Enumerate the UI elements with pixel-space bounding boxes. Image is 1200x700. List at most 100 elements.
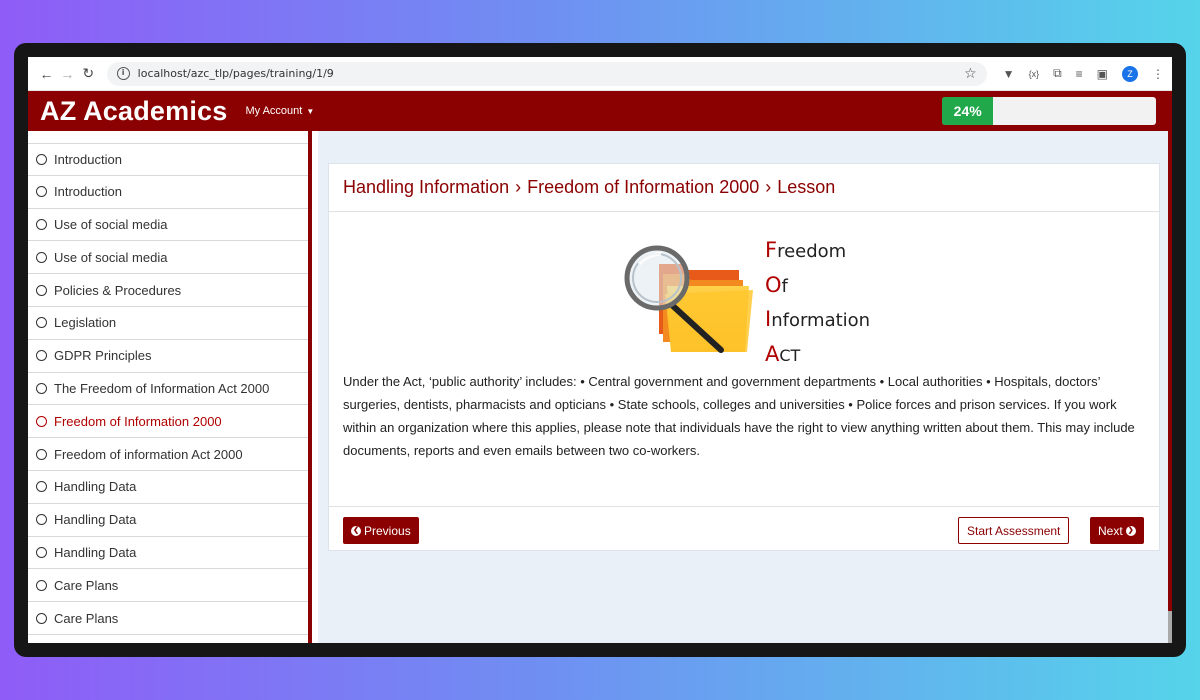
- sidebar-item[interactable]: Handling Data: [28, 537, 308, 570]
- sidebar-item-label: Use of social media: [54, 249, 168, 265]
- sidebar-item-label: GDPR Principles: [54, 348, 152, 364]
- circle-icon: [36, 317, 47, 329]
- circle-icon: [36, 514, 47, 526]
- browser-menu-icon[interactable]: ⋮: [1152, 67, 1164, 81]
- breadcrumb-separator: ›: [515, 177, 522, 197]
- sidebar-item[interactable]: Care Plans: [28, 569, 308, 603]
- reload-icon[interactable]: ↻: [78, 65, 99, 82]
- breadcrumb-item: Lesson: [777, 177, 836, 197]
- start-assessment-button[interactable]: Start Assessment: [958, 517, 1070, 544]
- circle-icon: [36, 382, 47, 394]
- chevron-left-icon: ❮: [351, 525, 361, 536]
- sidebar-item[interactable]: Policies & Procedures: [28, 274, 308, 307]
- sidebar-item[interactable]: GDPR Principles: [28, 340, 308, 373]
- sidebar-item-label: The Freedom of Information Act 2000: [54, 380, 270, 396]
- foi-title-initial: F: [765, 238, 778, 262]
- breadcrumb-item: Handling Information: [343, 177, 510, 197]
- next-button[interactable]: Next ❯: [1090, 517, 1144, 544]
- main-content: Handling Information › Freedom of Inform…: [318, 131, 1172, 643]
- circle-icon: [36, 251, 47, 263]
- progress-fill: 24%: [942, 97, 994, 125]
- reading-list-icon[interactable]: ≡: [1076, 67, 1083, 81]
- next-label: Next: [1098, 523, 1123, 538]
- circle-icon: [36, 612, 47, 624]
- lesson-nav: ❮ Previous Start Assessment Next ❯: [329, 506, 1159, 552]
- circle-icon: [36, 546, 47, 558]
- sidebar-item-label: Handling Data: [54, 544, 137, 560]
- sidebar-item[interactable]: Handling Data: [28, 504, 308, 537]
- browser-toolbar: ← → ↻ i localhost/azc_tlp/pages/training…: [28, 57, 1172, 91]
- previous-button[interactable]: ❮ Previous: [343, 517, 419, 544]
- lesson-card: Handling Information › Freedom of Inform…: [328, 163, 1160, 551]
- foi-title-initial: O: [765, 272, 782, 297]
- sidebar-item[interactable]: Introduction: [28, 143, 308, 176]
- sidebar-item[interactable]: Care Plans: [28, 602, 308, 635]
- sidebar-item-label: Care Plans: [54, 577, 119, 593]
- sidebar-item-label: Handling Data: [54, 479, 137, 495]
- scrollbar-track[interactable]: [1168, 131, 1172, 611]
- foi-title-line: Freedom: [765, 234, 870, 269]
- profile-avatar[interactable]: Z: [1122, 65, 1139, 82]
- sidebar-item[interactable]: Use of social media: [28, 209, 308, 242]
- app-header: AZ Academics My Account ▼ 24%: [28, 91, 1172, 131]
- foi-title-rest: CT: [779, 345, 801, 365]
- sidebar-item[interactable]: Legislation: [28, 307, 308, 340]
- circle-icon: [36, 186, 47, 198]
- extension-filter-icon[interactable]: ▼: [1003, 67, 1015, 81]
- foi-title-line: Information: [765, 303, 870, 338]
- side-panel-icon[interactable]: ▣: [1097, 67, 1108, 81]
- sidebar-item[interactable]: Freedom of Information 2000: [28, 405, 308, 439]
- foi-title-rest: nformation: [771, 310, 871, 331]
- circle-icon: [36, 579, 47, 591]
- lesson-image: Freedom Of Information ACT: [329, 212, 1159, 366]
- sidebar-item-label: Freedom of Information 2000: [54, 413, 222, 429]
- forward-icon[interactable]: →: [57, 66, 78, 82]
- sidebar-item[interactable]: Use of social media: [28, 241, 308, 275]
- caret-down-icon: ▼: [306, 107, 315, 116]
- circle-icon: [36, 350, 47, 362]
- browser-window: ← → ↻ i localhost/azc_tlp/pages/training…: [28, 57, 1172, 643]
- my-account-dropdown[interactable]: My Account ▼: [245, 105, 314, 117]
- circle-icon: [36, 448, 47, 460]
- sidebar-item[interactable]: Introduction: [28, 176, 308, 209]
- bookmark-star-icon[interactable]: ☆: [964, 66, 977, 82]
- circle-icon: [36, 218, 47, 230]
- address-bar[interactable]: i localhost/azc_tlp/pages/training/1/9 ☆: [106, 61, 987, 86]
- foi-title-rest: reedom: [777, 241, 847, 262]
- circle-icon: [36, 415, 47, 427]
- scrollbar-thumb[interactable]: [1168, 611, 1172, 643]
- course-progress-bar: 24%: [942, 97, 1156, 125]
- previous-label: Previous: [364, 523, 411, 538]
- sidebar-item-label: Use of social media: [54, 216, 168, 232]
- sidebar-item[interactable]: The Freedom of Information Act 2000: [28, 373, 308, 406]
- extension-devtools-icon[interactable]: {x}: [1029, 69, 1040, 79]
- app-body: Introduction Introduction Use of social me…: [28, 131, 1172, 643]
- back-icon[interactable]: ←: [36, 66, 57, 82]
- url-text[interactable]: localhost/azc_tlp/pages/training/1/9: [138, 67, 964, 80]
- extensions-puzzle-icon[interactable]: ⧉: [1053, 66, 1062, 81]
- site-info-icon[interactable]: i: [116, 67, 130, 80]
- breadcrumb: Handling Information › Freedom of Inform…: [329, 164, 1159, 212]
- circle-icon: [36, 284, 47, 296]
- sidebar-item[interactable]: Handling Data: [28, 471, 308, 504]
- my-account-label: My Account: [245, 105, 303, 117]
- sidebar-item-label: Policies & Procedures: [54, 282, 182, 298]
- lesson-body-text: Under the Act, ‘public authority’ includ…: [343, 374, 1135, 458]
- sidebar-item-label: Care Plans: [54, 610, 119, 626]
- brand-logo[interactable]: AZ Academics: [40, 96, 227, 127]
- folder-magnifier-illustration: [624, 245, 753, 353]
- lesson-list: Introduction Introduction Use of social me…: [28, 131, 308, 635]
- sidebar-item-label: Introduction: [54, 184, 122, 200]
- lesson-sidebar: Introduction Introduction Use of social me…: [28, 131, 312, 643]
- foi-title-line: ACT: [765, 338, 870, 373]
- sidebar-item-label: Legislation: [54, 315, 117, 331]
- sidebar-item[interactable]: Freedom of information Act 2000: [28, 438, 308, 471]
- sidebar-item-label: Handling Data: [54, 512, 137, 528]
- device-frame: ← → ↻ i localhost/azc_tlp/pages/training…: [14, 43, 1186, 657]
- breadcrumb-item: Freedom of Information 2000: [527, 177, 760, 197]
- breadcrumb-separator: ›: [765, 177, 772, 197]
- chevron-right-icon: ❯: [1125, 525, 1136, 536]
- circle-icon: [36, 481, 47, 493]
- browser-extensions: ▼ {x} ⧉ ≡ ▣ Z ⋮: [1003, 65, 1164, 82]
- foi-title-rest: f: [781, 275, 788, 297]
